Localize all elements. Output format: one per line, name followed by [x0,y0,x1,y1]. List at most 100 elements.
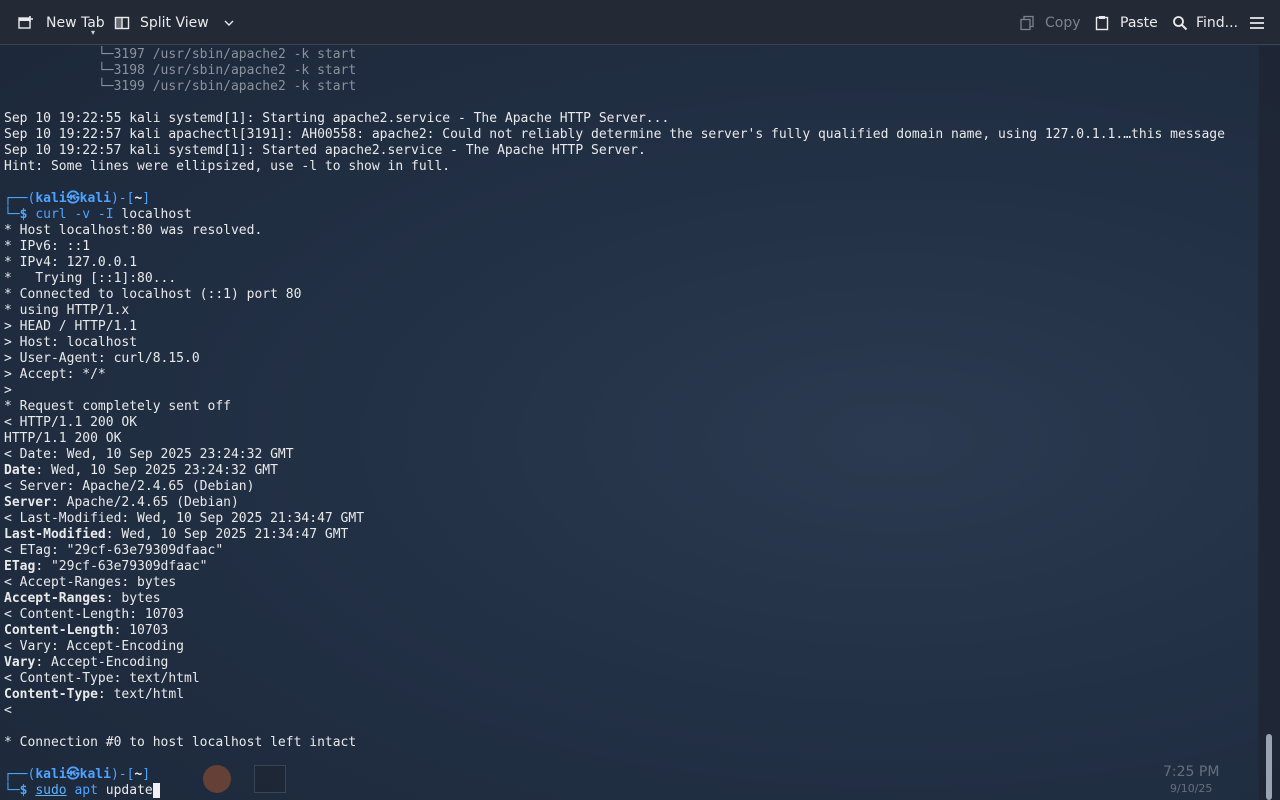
copy-label: Copy [1045,14,1081,31]
scrollbar-thumb[interactable] [1266,734,1272,800]
terminal-text: * Connection #0 to host localhost left i… [4,735,357,750]
new-tab-label: New Tab [46,14,105,31]
hamburger-menu-icon [1250,16,1264,29]
terminal-text: 3197 /usr/sbin/apache2 -k start [113,47,357,62]
terminal-line: Server: Apache/2.4.65 (Debian) [4,495,239,511]
terminal-line: < Vary: Accept-Encoding [4,639,184,655]
terminal-text: ] [142,191,151,206]
terminal-line: Content-Length: 10703 [4,623,168,639]
terminal-text: Server [4,495,51,510]
new-tab-dropdown-icon[interactable]: ▾ [91,28,95,37]
terminal-line: < Date: Wed, 10 Sep 2025 23:24:32 GMT [4,447,294,463]
terminal-toolbar: New Tab ▾ Split View Copy Paste Find... [0,0,1280,45]
terminal-text: )-[ [110,191,135,206]
terminal-text: Date [4,463,36,478]
terminal-line: * IPv4: 127.0.0.1 [4,255,137,271]
terminal-text: : Apache/2.4.65 (Debian) [50,495,239,510]
terminal-text: ETag [4,559,36,574]
terminal-text: * IPv6: ::1 [4,239,91,254]
terminal-text: < Date: Wed, 10 Sep 2025 23:24:32 GMT [4,447,294,462]
terminal-text: $ [19,783,36,798]
terminal-text: : "29cf-63e79309dfaac" [35,559,208,574]
terminal-text: └─ [4,207,20,222]
hamburger-menu-button[interactable] [1249,0,1265,45]
terminal-line: Accept-Ranges: bytes [4,591,161,607]
terminal-text: 3199 /usr/sbin/apache2 -k start [113,79,357,94]
paste-button[interactable]: Paste [1094,0,1158,45]
new-tab-icon [18,15,33,29]
terminal-line: Content-Type: text/html [4,687,184,703]
terminal-text: update [105,783,153,798]
terminal-text: > Accept: */* [4,367,106,382]
split-view-label: Split View [140,14,209,31]
terminal-text: kali㉿kali [35,191,111,206]
terminal-line: Date: Wed, 10 Sep 2025 23:24:32 GMT [4,463,278,479]
terminal-line: └─3199 /usr/sbin/apache2 -k start [4,79,356,95]
terminal-text: $ [19,207,36,222]
terminal-text: -v -I [66,207,122,222]
terminal-output[interactable]: └─3197 /usr/sbin/apache2 -k start └─3198… [0,46,1258,800]
terminal-line: < Server: Apache/2.4.65 (Debian) [4,479,254,495]
terminal-text: * Host localhost:80 was resolved. [4,223,263,238]
terminal-text: )-[ [110,767,135,782]
terminal-line: Sep 10 19:22:57 kali apachectl[3191]: AH… [4,127,1225,143]
terminal-text: Content-Length [4,623,114,638]
terminal-text: * IPv4: 127.0.0.1 [4,255,138,270]
terminal-line: ETag: "29cf-63e79309dfaac" [4,559,208,575]
find-label: Find... [1196,14,1239,31]
terminal-text: < Vary: Accept-Encoding [4,639,185,654]
terminal-line: < [4,703,12,719]
terminal-text: Sep 10 19:22:57 kali systemd[1]: Started… [4,143,646,158]
terminal-line: Vary: Accept-Encoding [4,655,168,671]
terminal-text: < Content-Type: text/html [4,671,200,686]
terminal-line: < Content-Type: text/html [4,671,200,687]
terminal-line: > User-Agent: curl/8.15.0 [4,351,200,367]
split-view-icon [114,16,130,29]
terminal-line: ┌──(kali㉿kali)-[~] [4,191,150,207]
terminal-text: < ETag: "29cf-63e79309dfaac" [4,543,224,558]
terminal-line: * IPv6: ::1 [4,239,90,255]
terminal-text: > Host: localhost [4,335,138,350]
terminal-text: < [4,703,12,718]
terminal-line: * Trying [::1]:80... [4,271,176,287]
terminal-line: * using HTTP/1.x [4,303,129,319]
terminal-text: kali㉿kali [35,767,111,782]
terminal-text: ┌──( [4,767,36,782]
terminal-text: : Wed, 10 Sep 2025 21:34:47 GMT [105,527,349,542]
terminal-text: localhost [121,207,192,222]
terminal-text: > User-Agent: curl/8.15.0 [4,351,200,366]
terminal-text: Vary [4,655,36,670]
terminal-line: < Content-Length: 10703 [4,607,184,623]
terminal-line: < ETag: "29cf-63e79309dfaac" [4,543,223,559]
terminal-line: └─3198 /usr/sbin/apache2 -k start [4,63,356,79]
copy-icon [1020,15,1034,30]
terminal-text: Hint: Some lines were ellipsized, use -l… [4,159,451,174]
terminal-text: curl [35,207,67,222]
terminal-text: sudo [35,783,67,798]
terminal-text: : bytes [105,591,161,606]
split-view-button[interactable]: Split View [114,0,235,45]
terminal-text: Sep 10 19:22:55 kali systemd[1]: Startin… [4,111,670,126]
copy-button[interactable]: Copy [1019,0,1081,45]
terminal-line: └─$ sudo apt update [4,783,160,799]
new-tab-button[interactable]: New Tab [18,0,105,45]
terminal-text: * Connected to localhost (::1) port 80 [4,287,302,302]
terminal-text: : 10703 [113,623,169,638]
terminal-text: < HTTP/1.1 200 OK [4,415,138,430]
chevron-down-icon[interactable] [223,17,235,29]
terminal-line: Last-Modified: Wed, 10 Sep 2025 21:34:47… [4,527,348,543]
terminal-text: └─ [4,63,114,78]
terminal-line: HTTP/1.1 200 OK [4,431,121,447]
terminal-text: * Trying [::1]:80... [4,271,177,286]
terminal-scrollbar[interactable] [1258,46,1280,800]
terminal-line: └─$ curl -v -I localhost [4,207,192,223]
terminal-text: * using HTTP/1.x [4,303,130,318]
find-button[interactable]: Find... [1172,0,1238,45]
paste-label: Paste [1120,14,1158,31]
terminal-text: < Accept-Ranges: bytes [4,575,177,590]
terminal-line: < Accept-Ranges: bytes [4,575,176,591]
terminal-line: > [4,383,12,399]
terminal-text: 3198 /usr/sbin/apache2 -k start [113,63,357,78]
terminal-line: * Request completely sent off [4,399,231,415]
terminal-text: └─ [4,783,20,798]
